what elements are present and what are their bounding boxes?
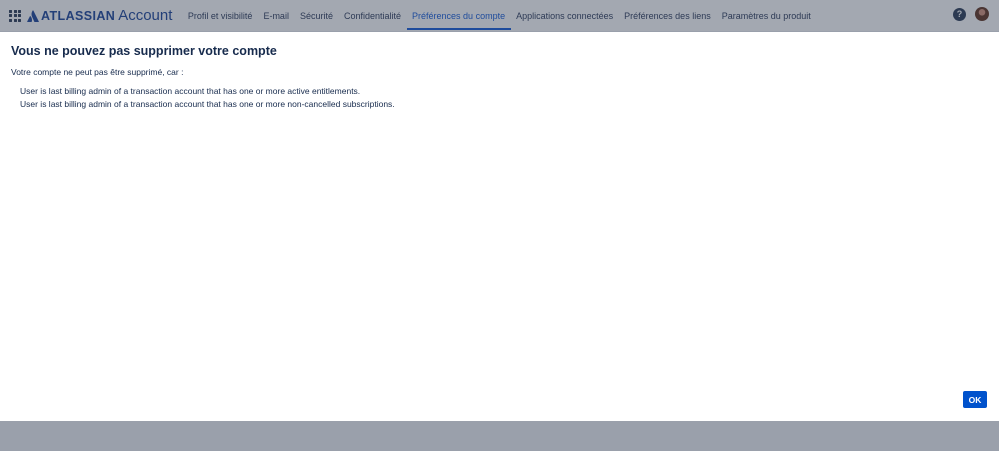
- nav-tabs: Profil et visibilité E-mail Sécurité Con…: [182, 0, 816, 31]
- tab-connected-apps[interactable]: Applications connectées: [511, 0, 619, 31]
- tab-account-preferences[interactable]: Préférences du compte: [406, 0, 511, 31]
- app-switcher-icon[interactable]: [9, 9, 21, 22]
- brand-name: ATLASSIAN: [41, 8, 116, 23]
- dialog-intro: Votre compte ne peut pas être supprimé, …: [11, 67, 184, 77]
- atlassian-logo[interactable]: ATLASSIAN Account: [27, 7, 172, 24]
- tab-email[interactable]: E-mail: [258, 0, 295, 31]
- tab-security[interactable]: Sécurité: [294, 0, 338, 31]
- dialog-title: Vous ne pouvez pas supprimer votre compt…: [11, 44, 277, 58]
- tab-privacy[interactable]: Confidentialité: [338, 0, 406, 31]
- top-navigation: ATLASSIAN Account Profil et visibilité E…: [0, 0, 999, 31]
- list-item: User is last billing admin of a transact…: [20, 99, 395, 109]
- delete-account-dialog: Vous ne pouvez pas supprimer votre compt…: [0, 32, 999, 421]
- reasons-list: User is last billing admin of a transact…: [20, 85, 395, 111]
- tab-link-preferences[interactable]: Préférences des liens: [619, 0, 717, 31]
- ok-button[interactable]: OK: [963, 391, 987, 408]
- nav-right-actions: ?: [953, 7, 989, 21]
- tab-product-settings[interactable]: Paramètres du produit: [716, 0, 816, 31]
- tab-profile[interactable]: Profil et visibilité: [182, 0, 258, 31]
- list-item: User is last billing admin of a transact…: [20, 86, 361, 96]
- atlassian-logo-icon: [27, 9, 39, 22]
- avatar[interactable]: [975, 7, 989, 21]
- help-icon[interactable]: ?: [953, 7, 966, 21]
- product-name: Account: [118, 7, 173, 24]
